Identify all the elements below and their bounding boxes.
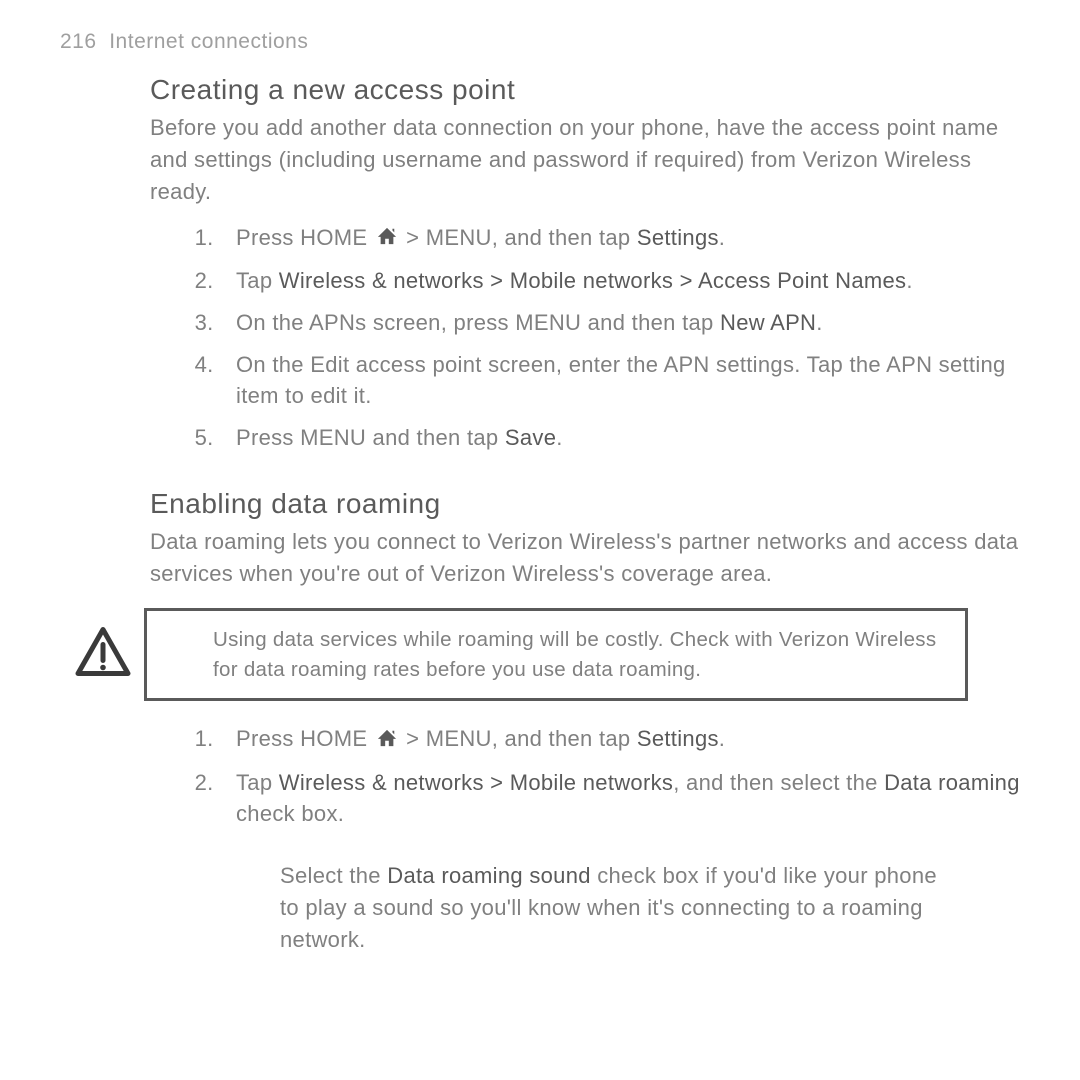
page-header: 216 Internet connections — [60, 30, 1020, 54]
steps-list-roaming: Press HOME > MENU, and then tap Settings… — [220, 723, 1020, 830]
step-5: Press MENU and then tap Save. — [220, 422, 1020, 454]
step-3: On the APNs screen, press MENU and then … — [220, 307, 1020, 339]
roaming-step-2: Tap Wireless & networks > Mobile network… — [220, 767, 1020, 831]
roaming-sound-note: Select the Data roaming sound check box … — [280, 860, 960, 956]
warning-text: Using data services while roaming will b… — [165, 625, 947, 684]
section-title-apn: Creating a new access point — [150, 74, 1020, 106]
home-icon — [376, 223, 398, 255]
section-title-roaming: Enabling data roaming — [150, 488, 1020, 520]
step-1: Press HOME > MENU, and then tap Settings… — [220, 222, 1020, 255]
intro-apn: Before you add another data connection o… — [150, 112, 1020, 208]
chapter-title: Internet connections — [109, 30, 308, 53]
roaming-step-1: Press HOME > MENU, and then tap Settings… — [220, 723, 1020, 756]
step-2: Tap Wireless & networks > Mobile network… — [220, 265, 1020, 297]
step-4: On the Edit access point screen, enter t… — [220, 349, 1020, 413]
warning-callout: Using data services while roaming will b… — [144, 608, 968, 701]
warning-icon — [75, 626, 131, 683]
steps-list-apn: Press HOME > MENU, and then tap Settings… — [220, 222, 1020, 455]
home-icon — [376, 725, 398, 757]
page-number: 216 — [60, 30, 97, 53]
intro-roaming: Data roaming lets you connect to Verizon… — [150, 526, 1020, 590]
